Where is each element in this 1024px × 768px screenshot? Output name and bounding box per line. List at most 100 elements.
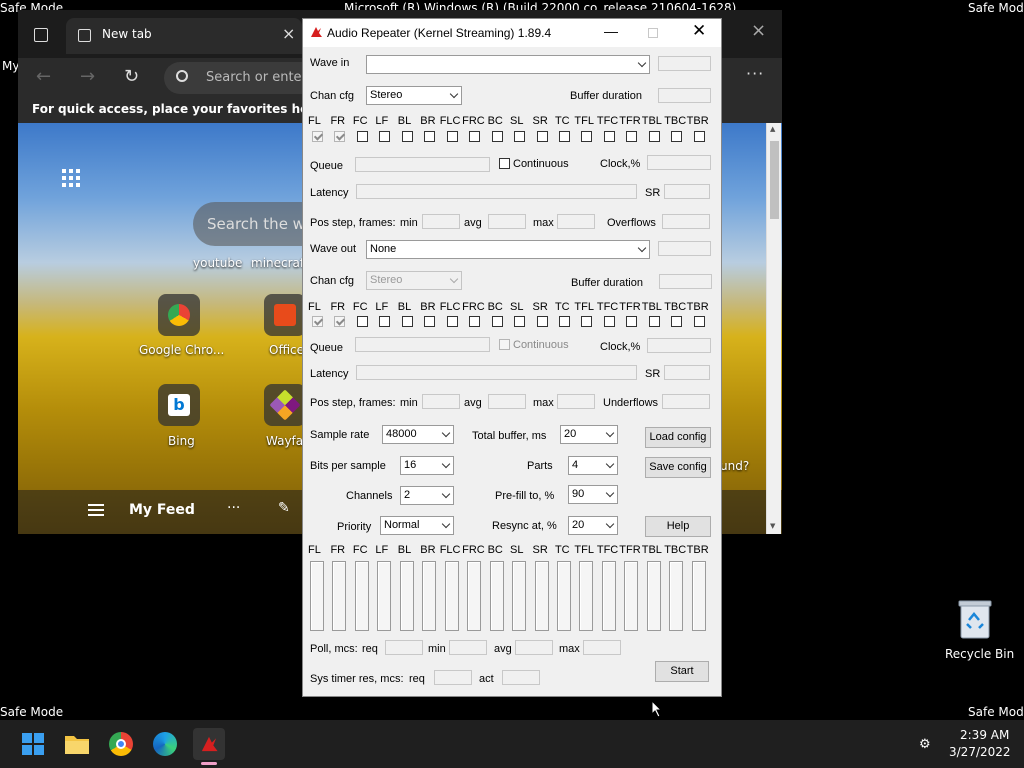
audio-repeater-task-icon[interactable] — [193, 728, 225, 760]
channel-out-checkbox-tfc[interactable] — [603, 316, 615, 327]
continuous-checkbox-in[interactable] — [499, 158, 510, 169]
save-config-button[interactable]: Save config — [645, 457, 711, 478]
close-window-icon[interactable]: × — [751, 20, 766, 41]
channel-out-checkbox-sl[interactable] — [514, 316, 526, 327]
close-icon[interactable]: ✕ — [692, 21, 706, 41]
channel-out-checkbox-flc[interactable] — [446, 316, 458, 327]
resync-select[interactable]: 20 — [568, 516, 618, 535]
scroll-up-icon[interactable]: ▲ — [770, 125, 775, 133]
channel-label-tfr: TFR — [619, 544, 641, 556]
recycle-bin-icon[interactable] — [956, 598, 994, 640]
channel-in-checkbox-fc[interactable] — [356, 131, 368, 142]
parts-select[interactable]: 4 — [568, 456, 618, 475]
prefill-select[interactable]: 90 — [568, 485, 618, 504]
forward-icon[interactable]: → — [80, 66, 95, 87]
channel-label-tfc: TFC — [596, 115, 619, 127]
channel-in-checkbox-sr[interactable] — [536, 131, 548, 142]
close-tab-icon[interactable]: × — [282, 24, 295, 43]
file-explorer-icon[interactable] — [61, 728, 93, 760]
quick-link-minecraft[interactable]: minecraft — [251, 256, 309, 270]
channel-in-checkbox-frc[interactable] — [469, 131, 481, 142]
speed-dial-chrome[interactable] — [158, 294, 200, 336]
speed-dial-wayfair[interactable] — [264, 384, 306, 426]
channel-in-checkbox-tbc[interactable] — [671, 131, 683, 142]
channel-in-checkbox-bc[interactable] — [491, 131, 503, 142]
start-menu-icon[interactable] — [17, 728, 49, 760]
channel-in-checkbox-tfr[interactable] — [626, 131, 638, 142]
sample-rate-select[interactable]: 48000 — [382, 425, 454, 444]
refresh-icon[interactable]: ↻ — [124, 66, 139, 87]
sr-in — [664, 184, 710, 199]
channel-out-checkbox-tfl[interactable] — [581, 316, 593, 327]
chan-cfg-in-value: Stereo — [370, 89, 403, 101]
chrome-icon[interactable] — [105, 728, 137, 760]
more-icon[interactable]: ··· — [227, 500, 240, 516]
clock-date[interactable]: 3/27/2022 — [949, 745, 1011, 759]
req-label: req — [362, 643, 378, 655]
channel-out-checkbox-tc[interactable] — [558, 316, 570, 327]
channel-in-checkbox-bl[interactable] — [401, 131, 413, 142]
parts-value: 4 — [572, 459, 579, 471]
channel-out-checkbox-br[interactable] — [424, 316, 436, 327]
edit-icon[interactable]: ✎ — [278, 500, 290, 516]
channel-in-checkbox-tbr[interactable] — [693, 131, 705, 142]
total-buffer-select[interactable]: 20 — [560, 425, 618, 444]
scroll-down-icon[interactable]: ▼ — [770, 522, 775, 530]
channel-in-checkbox-tc[interactable] — [558, 131, 570, 142]
channel-out-checkbox-tbl[interactable] — [648, 316, 660, 327]
wave-in-select[interactable] — [366, 55, 650, 74]
channel-out-checkbox-fc[interactable] — [356, 316, 368, 327]
pos-max-out — [557, 394, 595, 409]
help-button[interactable]: Help — [645, 516, 711, 537]
underflows-label: Underflows — [603, 397, 659, 409]
channel-out-checkbox-tbr[interactable] — [693, 316, 705, 327]
channel-label-bc: BC — [487, 544, 503, 556]
channel-out-checkbox-frc[interactable] — [469, 316, 481, 327]
wave-out-select[interactable]: None — [366, 240, 650, 259]
channel-in-checkbox-tfl[interactable] — [581, 131, 593, 142]
bits-select[interactable]: 16 — [400, 456, 454, 475]
priority-select[interactable]: Normal — [380, 516, 454, 535]
minimize-icon[interactable]: — — [604, 23, 618, 39]
channel-in-checkbox-flc[interactable] — [446, 131, 458, 142]
prefill-label: Pre-fill to, % — [495, 490, 555, 502]
channel-out-checkbox-sr[interactable] — [536, 316, 548, 327]
start-button[interactable]: Start — [655, 661, 709, 682]
overflows-label: Overflows — [607, 217, 656, 229]
buffer-duration-in — [658, 88, 711, 103]
scroll-thumb[interactable] — [770, 141, 779, 219]
tab-actions-icon[interactable] — [34, 28, 48, 42]
channel-in-checkbox-br[interactable] — [424, 131, 436, 142]
channel-out-checkbox-lf[interactable] — [379, 316, 391, 327]
edge-icon[interactable] — [149, 728, 181, 760]
back-icon[interactable]: ← — [36, 66, 51, 87]
more-icon[interactable]: ··· — [746, 64, 764, 83]
speed-dial-bing[interactable]: b — [158, 384, 200, 426]
address-placeholder: Search or enter — [206, 70, 307, 85]
channel-out-checkbox-tfr[interactable] — [626, 316, 638, 327]
chan-cfg-in-select[interactable]: Stereo — [366, 86, 462, 105]
channel-out-checkbox-bl[interactable] — [401, 316, 413, 327]
channel-in-checkbox-lf[interactable] — [379, 131, 391, 142]
apps-grid-icon[interactable] — [62, 169, 80, 187]
quick-link-youtube[interactable]: youtube — [193, 256, 242, 270]
load-config-button[interactable]: Load config — [645, 427, 711, 448]
menu-icon[interactable] — [88, 504, 104, 516]
channel-label-fc: FC — [352, 301, 368, 313]
channel-in-checkbox-sl[interactable] — [514, 131, 526, 142]
channel-label-fl: FL — [308, 544, 321, 556]
address-bar[interactable]: Search or enter — [164, 62, 307, 94]
channels-select[interactable]: 2 — [400, 486, 454, 505]
clock-time[interactable]: 2:39 AM — [960, 728, 1009, 742]
page-scrollbar[interactable]: ▲ ▼ — [766, 123, 781, 534]
channel-out-checkbox-bc[interactable] — [491, 316, 503, 327]
my-feed[interactable]: My Feed — [129, 502, 195, 518]
tab-new-tab[interactable]: New tab × — [66, 18, 302, 54]
speed-dial-office[interactable] — [264, 294, 306, 336]
channel-label-br: BR — [420, 301, 436, 313]
act-label: act — [479, 673, 494, 685]
channel-in-checkbox-tbl[interactable] — [648, 131, 660, 142]
channel-in-checkbox-tfc[interactable] — [603, 131, 615, 142]
channel-out-checkbox-tbc[interactable] — [671, 316, 683, 327]
network-icon[interactable]: ⚙ — [919, 737, 931, 752]
